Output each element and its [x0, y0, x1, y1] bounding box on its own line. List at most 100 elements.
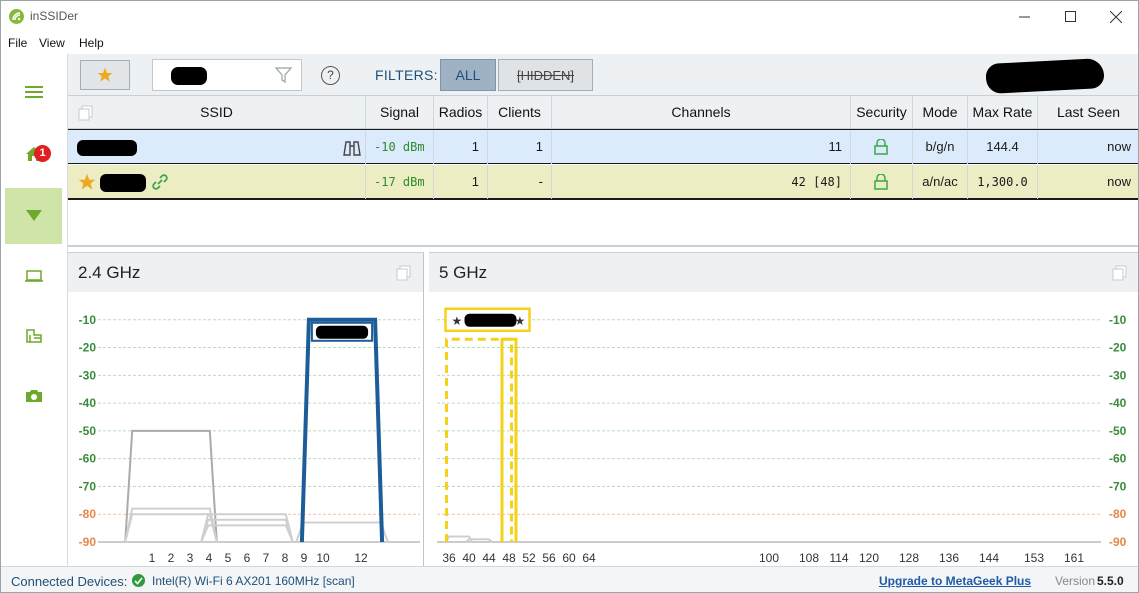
help-icon[interactable]: ? [321, 66, 340, 85]
connected-devices-label: Connected Devices: [11, 574, 128, 589]
column-header-ssid[interactable]: SSID [68, 96, 366, 129]
link-icon [152, 174, 168, 190]
redacted-ssid [315, 325, 369, 339]
camera-icon [25, 390, 42, 402]
notification-badge: 1 [34, 145, 51, 162]
adapter-name[interactable]: Intel(R) Wi-Fi 6 AX201 160MHz [scan] [152, 574, 355, 588]
funnel-icon[interactable] [275, 67, 292, 84]
chart-panel-2-4ghz: 2.4 GHz -10 -20 -30 -40 -50 -60 -70 -80 -90 1 2 3 4 5… [68, 252, 424, 566]
network-trace-primary [500, 337, 518, 542]
lock-icon [874, 139, 888, 155]
version-value: 5.5.0 [1097, 574, 1124, 588]
copy-icon[interactable] [78, 105, 94, 121]
x-tick-label: 6 [244, 551, 251, 565]
check-icon [132, 574, 145, 587]
y-tick-label: -90 [79, 535, 97, 549]
panel-header: 2.4 GHz [68, 253, 423, 292]
panel-title: 5 GHz [439, 263, 488, 282]
channels-cell: 42 [48] [552, 165, 851, 199]
star-icon: ★ [452, 314, 463, 328]
x-tick-label: 128 [899, 551, 919, 565]
redacted-search-text [171, 67, 207, 85]
y-tick-label: -10 [79, 313, 97, 327]
redacted-ssid [464, 313, 517, 327]
filters-label: FILTERS: [375, 67, 438, 83]
sidebar-item-snapshot[interactable] [5, 368, 62, 424]
x-tick-label: 48 [502, 551, 516, 565]
network-trace [295, 521, 389, 543]
filter-hidden-button[interactable]: [HIDDEN] [498, 59, 593, 91]
signal-cell: -10 dBm [366, 130, 434, 164]
redacted-ssid [77, 140, 137, 156]
sidebar: 1 [1, 54, 68, 566]
close-button[interactable] [1093, 1, 1138, 32]
clients-cell: 1 [488, 130, 552, 164]
star-icon[interactable] [78, 173, 96, 191]
column-header-channels[interactable]: Channels [552, 96, 851, 129]
signal-cell: -17 dBm [366, 165, 434, 199]
app-window: inSSIDer File View Help 1 ? FILTERS: ALL… [0, 0, 1139, 593]
y-tick-label: -70 [79, 479, 97, 493]
y-tick-label: -80 [1109, 507, 1127, 521]
column-header-security[interactable]: Security [851, 96, 913, 129]
y-tick-label: -80 [79, 507, 97, 521]
column-header-last-seen[interactable]: Last Seen [1038, 96, 1138, 129]
redacted-account [985, 57, 1105, 95]
hamburger-icon [24, 86, 43, 98]
spectrum-chart-5ghz[interactable]: -10 -20 -30 -40 -50 -60 -70 -80 -90 36 40 44 48 52 56 6… [429, 292, 1139, 567]
y-tick-label: -10 [1109, 313, 1127, 327]
sidebar-item-devices[interactable] [5, 248, 62, 304]
hamburger-menu-button[interactable] [5, 64, 62, 120]
x-tick-label: 114 [829, 551, 848, 565]
chart-panel-5ghz: 5 GHz -10 -20 -30 -40 -50 -60 -70 -80 -90 36 40 44 4… [429, 252, 1139, 567]
minimize-button[interactable] [1001, 1, 1047, 32]
column-header-radios[interactable]: Radios [434, 96, 488, 129]
table-row[interactable]: -17 dBm 1 - 42 [48] a/n/ac 1,300.0 now [68, 165, 1138, 200]
copy-icon[interactable] [396, 265, 412, 281]
column-header-signal[interactable]: Signal [366, 96, 434, 129]
menu-help[interactable]: Help [79, 36, 104, 50]
y-tick-label: -30 [79, 368, 97, 382]
window-title: inSSIDer [30, 9, 79, 23]
max-rate-cell: 144.4 [968, 130, 1038, 164]
menu-file[interactable]: File [8, 36, 27, 50]
binoculars-icon[interactable] [342, 139, 362, 156]
table-row[interactable]: -10 dBm 1 1 11 b/g/n 144.4 now [68, 129, 1138, 164]
max-rate-cell: 1,300.0 [968, 165, 1038, 199]
x-tick-label: 10 [316, 551, 330, 565]
x-tick-label: 36 [442, 551, 456, 565]
last-seen-cell: now [1107, 139, 1131, 154]
upgrade-link[interactable]: Upgrade to MetaGeek Plus [879, 574, 1031, 588]
star-icon: ★ [515, 314, 526, 328]
x-tick-label: 4 [206, 551, 213, 565]
x-tick-label: 136 [939, 551, 959, 565]
filter-all-button[interactable]: ALL [440, 59, 496, 91]
lock-icon [874, 174, 888, 190]
spectrum-chart-2-4ghz[interactable]: -10-20-30-40-50-60-70-80-901 2 3 4 5 6 7 8 9 10 12 [68, 292, 424, 567]
toolbar: ? FILTERS: ALL [HIDDEN] [68, 54, 1138, 96]
x-tick-label: 56 [542, 551, 556, 565]
search-input[interactable] [152, 59, 302, 91]
version-label: Version [1055, 574, 1096, 588]
ssid-cell [68, 130, 366, 164]
mode-cell: a/n/ac [913, 165, 968, 199]
x-tick-label: 5 [225, 551, 232, 565]
column-header-max-rate[interactable]: Max Rate [968, 96, 1038, 129]
x-tick-label: 144 [979, 551, 999, 565]
x-tick-label: 8 [282, 551, 289, 565]
sidebar-item-floorplan[interactable] [5, 308, 62, 364]
y-tick-label: -60 [79, 452, 97, 466]
favorites-filter-button[interactable] [80, 60, 130, 90]
maximize-button[interactable] [1047, 1, 1093, 32]
radios-cell: 1 [434, 130, 488, 164]
copy-icon[interactable] [1112, 265, 1128, 281]
column-header-mode[interactable]: Mode [913, 96, 968, 129]
x-tick-label: 40 [462, 551, 476, 565]
column-header-clients[interactable]: Clients [488, 96, 552, 129]
menu-view[interactable]: View [39, 36, 65, 50]
y-tick-label: -90 [1109, 535, 1127, 549]
x-tick-label: 120 [859, 551, 879, 565]
sidebar-item-networks[interactable] [5, 188, 62, 244]
x-tick-label: 12 [354, 551, 368, 565]
floorplan-icon [25, 329, 42, 343]
